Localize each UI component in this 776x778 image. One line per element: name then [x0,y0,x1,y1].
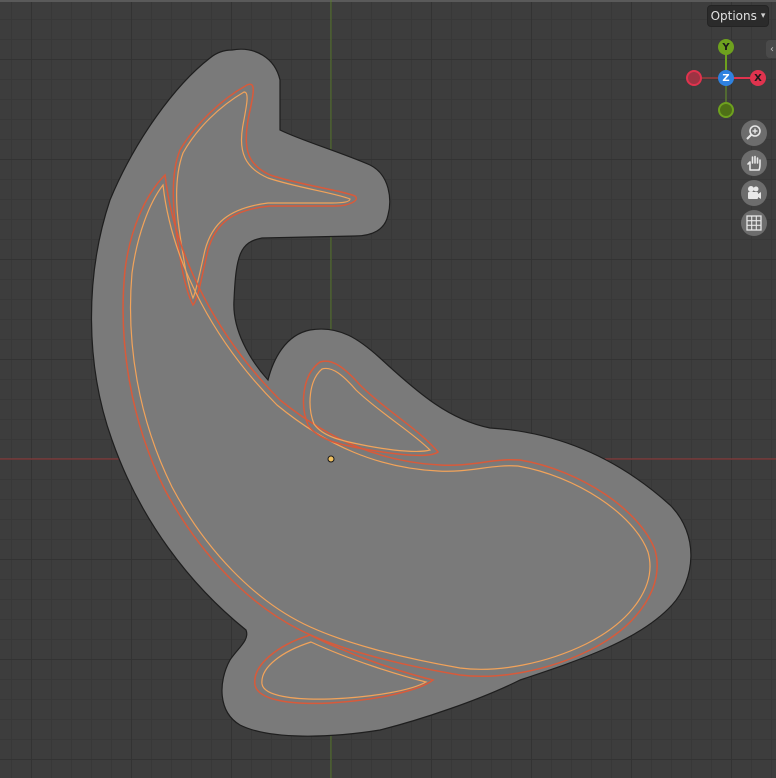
gizmo-z-axis[interactable]: Z [718,70,734,86]
gizmo-x-axis[interactable]: X [750,70,766,86]
grid-icon [746,215,762,231]
whale-outer-shape[interactable] [90,48,692,737]
origin-point[interactable] [327,455,335,463]
chevron-left-icon[interactable]: ‹ [766,40,776,58]
chevron-down-icon: ▾ [760,11,766,21]
gizmo-neg-x-axis[interactable] [686,70,702,86]
toggle-ortho-button[interactable] [741,210,767,236]
pan-button[interactable] [741,150,767,176]
gizmo-y-label: Y [722,41,730,53]
gizmo-y-axis[interactable]: Y [718,39,734,55]
gizmo-neg-y-axis[interactable] [718,102,734,118]
gizmo-z-label: Z [722,72,730,84]
options-label: Options [710,9,757,23]
viewport-scene [0,0,776,778]
options-button[interactable]: Options ▾ [707,5,769,27]
gizmo-x-label: X [754,72,762,84]
camera-icon [748,186,761,199]
zoom-button[interactable] [741,120,767,146]
zoom-icon [746,125,761,140]
hand-pan-icon [747,155,761,171]
camera-view-button[interactable] [741,180,767,206]
